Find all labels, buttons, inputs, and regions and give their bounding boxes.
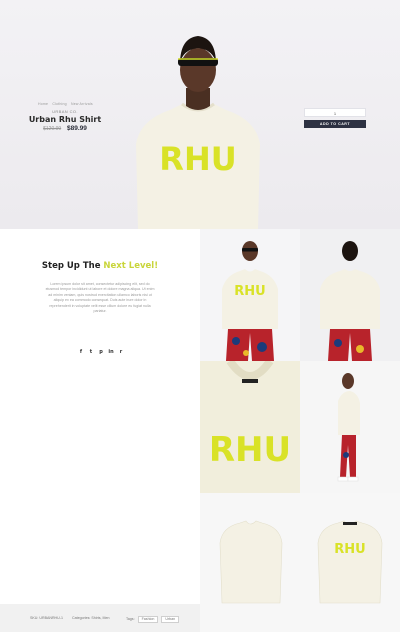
- tag-chip[interactable]: Urban: [161, 616, 180, 623]
- facebook-icon[interactable]: f: [78, 349, 84, 355]
- breadcrumb-item[interactable]: Home: [38, 102, 48, 106]
- old-price: $120.99: [43, 126, 62, 132]
- quantity-input[interactable]: 1: [304, 108, 366, 117]
- social-share: f t p in r: [78, 349, 124, 355]
- twitter-icon[interactable]: t: [88, 349, 94, 355]
- hero-model-image: RHU: [136, 36, 260, 229]
- svg-text:RHU: RHU: [334, 542, 365, 557]
- product-prices: $120.99 $89.99: [0, 125, 130, 132]
- product-title: Urban Rhu Shirt: [28, 115, 102, 124]
- gallery-image-side[interactable]: [300, 361, 400, 493]
- product-brand: URBAN CO.: [52, 109, 78, 114]
- tag-chip[interactable]: Fashion: [137, 616, 159, 623]
- tags-label: Tags:: [126, 617, 135, 621]
- svg-text:RHU: RHU: [209, 430, 291, 470]
- current-price: $89.99: [67, 125, 87, 132]
- gallery-image-front[interactable]: RHU: [200, 229, 300, 361]
- pinterest-icon[interactable]: p: [98, 349, 104, 355]
- story-body: Lorem ipsum dolor sit amet, consectetur …: [45, 282, 155, 314]
- breadcrumb-item[interactable]: Clothing: [52, 102, 66, 106]
- product-categories: Categories: Shirts, Men: [72, 616, 110, 620]
- breadcrumb: Home Clothing New Arrivals: [38, 102, 96, 106]
- product-tags: Tags: Fashion Urban: [126, 616, 180, 623]
- gallery-image-closeup[interactable]: RHU: [200, 361, 300, 493]
- svg-text:RHU: RHU: [234, 284, 265, 299]
- story-section: Step Up The Next Level! Lorem ipsum dolo…: [0, 229, 200, 604]
- product-sku: SKU: URBANRHU-1: [30, 616, 63, 620]
- reddit-icon[interactable]: r: [118, 349, 124, 355]
- add-to-cart-button[interactable]: ADD TO CART: [304, 120, 366, 128]
- gallery-image-back[interactable]: [300, 229, 400, 361]
- story-title-text: Step Up The: [41, 261, 104, 271]
- breadcrumb-item[interactable]: New Arrivals: [71, 102, 93, 106]
- svg-text:RHU: RHU: [159, 140, 236, 178]
- product-meta: SKU: URBANRHU-1 Categories: Shirts, Men …: [0, 604, 200, 632]
- linkedin-icon[interactable]: in: [108, 349, 114, 355]
- story-title-accent: Next Level!: [103, 261, 159, 271]
- story-title: Step Up The Next Level!: [0, 261, 200, 271]
- product-hero: RHU Home Clothing New Arrivals URBAN CO.…: [0, 0, 400, 229]
- gallery-image-flatlay[interactable]: RHU: [200, 493, 400, 632]
